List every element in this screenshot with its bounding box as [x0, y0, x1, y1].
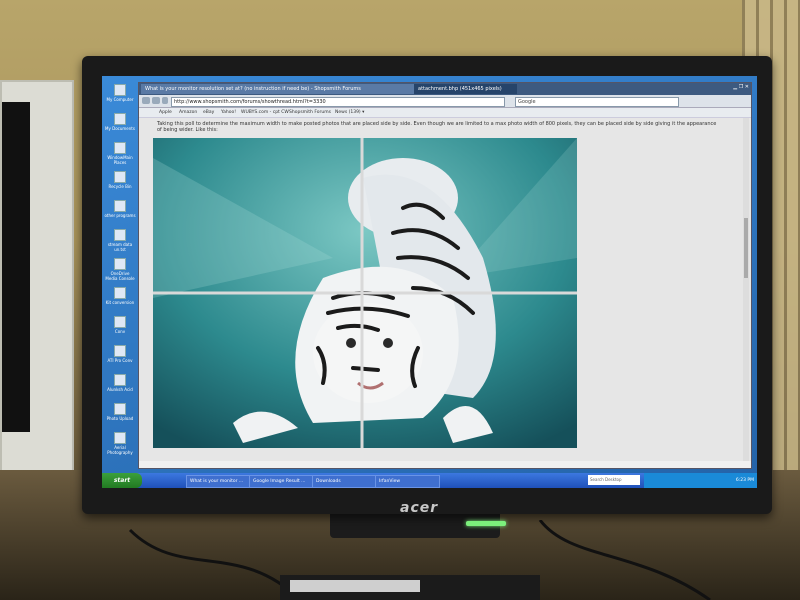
bookmark-ebay[interactable]: eBay	[203, 108, 214, 117]
desktop-icon-glyph	[114, 142, 126, 154]
clock: 6:23 PM	[735, 478, 754, 483]
bookmarks-bar: Apple Amazon eBay Yahoo! WUBYS.com - cpt…	[139, 108, 751, 118]
desktop-icon[interactable]: My Documents	[104, 113, 136, 131]
bookmark-yahoo[interactable]: Yahoo!	[221, 108, 236, 117]
desktop-icon-glyph	[114, 171, 126, 183]
task-google-image[interactable]: Google Image Result ...	[249, 475, 314, 488]
desktop-icon[interactable]: Photo Upload	[104, 403, 136, 421]
bookmark-news[interactable]: News (139) ▾	[335, 108, 364, 117]
desktop-icon-glyph	[114, 374, 126, 386]
desktop-icon[interactable]: stream data un.tst	[104, 229, 136, 252]
forward-button[interactable]	[152, 97, 160, 104]
power-led	[466, 521, 506, 526]
task-downloads[interactable]: Downloads	[312, 475, 377, 488]
desktop-icon[interactable]: Aerial Photography	[104, 432, 136, 455]
window-controls[interactable]: ▁ ❐ ✕	[733, 84, 749, 90]
desktop-icon-label: other programs	[104, 213, 136, 218]
home-button[interactable]	[162, 97, 168, 104]
underwater-tiger-image	[153, 138, 577, 448]
desktop-icon-glyph	[114, 345, 126, 357]
tiger-photo	[153, 138, 577, 448]
desktop-icon[interactable]: Alunksh Acid	[104, 374, 136, 392]
side-monitor	[0, 80, 74, 474]
tab-attachment[interactable]: attachment.bhp (451x465 pixels)	[414, 84, 517, 94]
desktop-icon-label: WindowMain Places	[107, 155, 133, 165]
desktop-icon[interactable]: WindowMain Places	[104, 142, 136, 165]
bookmark-wubys[interactable]: WUBYS.com - cpt CW	[241, 108, 289, 117]
desktop-icon-label: Kit conversion	[105, 300, 135, 305]
search-input[interactable]: Google	[515, 97, 679, 107]
desktop-icon[interactable]: Recycle Bin	[104, 171, 136, 189]
desktop-icon-label: ATI Pro Conv	[107, 358, 133, 363]
tab-forum[interactable]: What is your monitor resolution set at? …	[141, 84, 419, 94]
bookmark-amazon[interactable]: Amazon	[179, 108, 197, 117]
desktop-icon-glyph	[114, 229, 126, 241]
desktop-icon[interactable]: OneDrive Media Console	[104, 258, 136, 281]
desktop-icon-label: Alunksh Acid	[107, 387, 133, 392]
desktop-search-input[interactable]: Search Desktop	[588, 475, 640, 485]
desktop-icon-label: Aerial Photography	[107, 445, 133, 455]
monitor-screen: My Computer My Documents WindowMain Places…	[102, 76, 757, 488]
desktop-icon-glyph	[114, 403, 126, 415]
desktop-icon-label: OneDrive Media Console	[105, 271, 135, 281]
bookmark-apple[interactable]: Apple	[159, 108, 172, 117]
desktop-icon[interactable]: ATI Pro Conv	[104, 345, 136, 363]
desktop-icon-label: stream data un.tst	[107, 242, 133, 252]
desktop-icon-glyph	[114, 113, 126, 125]
desktop-icon-label: My Documents	[105, 126, 135, 131]
desktop-icon-glyph	[114, 200, 126, 212]
scrollbar-thumb[interactable]	[744, 218, 748, 278]
back-button[interactable]	[142, 97, 150, 104]
desktop-icon-label: My Computer	[106, 97, 134, 102]
monitor-brand: acer	[400, 500, 439, 516]
start-button[interactable]: start	[102, 473, 142, 488]
navigation-toolbar: http://www.shopsmith.com/forums/showthre…	[139, 95, 751, 108]
address-bar[interactable]: http://www.shopsmith.com/forums/showthre…	[171, 97, 505, 107]
post-text: Taking this poll to determine the maximu…	[157, 121, 717, 133]
desktop-icon[interactable]: My Computer	[104, 84, 136, 102]
desktop-icon-label: Conv	[114, 329, 126, 334]
taskbar: start What is your monitor ... Google Im…	[102, 473, 757, 488]
bookmark-shopsmith[interactable]: Shopsmith Forums	[289, 108, 331, 117]
desktop-icon-glyph	[114, 258, 126, 270]
page-content: Taking this poll to determine the maximu…	[139, 118, 751, 461]
page-scrollbar[interactable]	[743, 118, 749, 461]
desktop-icon-label: Recycle Bin	[108, 184, 132, 189]
desktop-icon-glyph	[114, 287, 126, 299]
desktop-icon-glyph	[114, 84, 126, 96]
desktop-icon[interactable]: Kit conversion	[104, 287, 136, 305]
desktop-icon[interactable]: other programs	[104, 200, 136, 218]
desktop-icon[interactable]: Conv	[104, 316, 136, 334]
task-forum[interactable]: What is your monitor ...	[186, 475, 251, 488]
desktop-icon-glyph	[114, 432, 126, 444]
task-irfanview[interactable]: IrfanView	[375, 475, 440, 488]
browser-window: What is your monitor resolution set at? …	[138, 82, 752, 469]
desktop-icon-glyph	[114, 316, 126, 328]
system-tray: 6:23 PM	[644, 473, 757, 488]
desktop-icon-label: Photo Upload	[106, 416, 134, 421]
tab-strip: What is your monitor resolution set at? …	[139, 83, 751, 95]
